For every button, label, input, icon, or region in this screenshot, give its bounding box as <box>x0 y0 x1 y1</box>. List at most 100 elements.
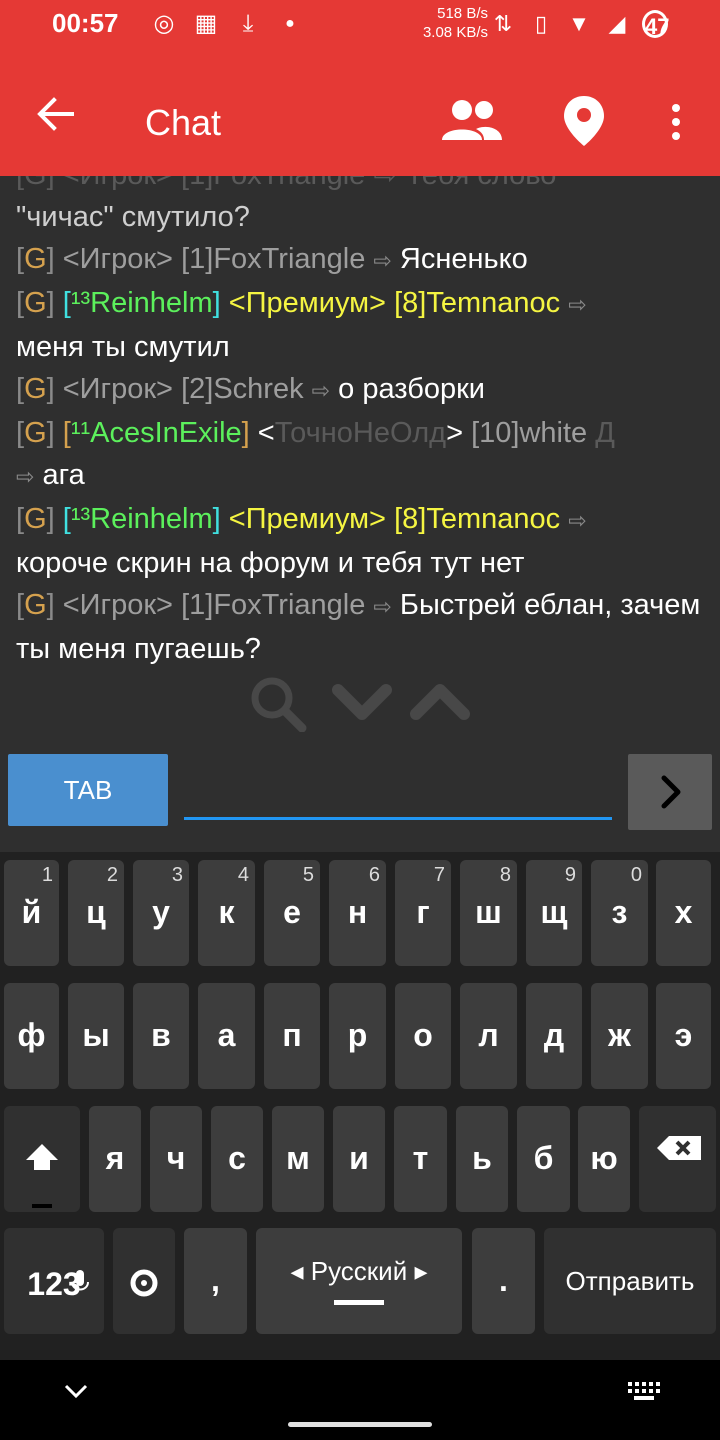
key[interactable]: ж <box>591 983 648 1089</box>
key[interactable]: я <box>89 1106 141 1212</box>
player-rank: [1] <box>181 243 214 275</box>
chevron-up-icon[interactable] <box>410 680 470 724</box>
send-button[interactable] <box>628 754 712 830</box>
spacebar-key[interactable]: ◂ Русский ▸ <box>256 1228 462 1334</box>
mask-icon: ◎ <box>153 10 175 37</box>
key[interactable]: р <box>329 983 386 1089</box>
navigation-bar <box>0 1360 720 1440</box>
message-input[interactable] <box>184 766 612 820</box>
message-text: Ясненько <box>399 243 528 275</box>
numbers-key[interactable]: 123 <box>4 1228 104 1334</box>
key[interactable]: в <box>133 983 189 1089</box>
key[interactable]: ю <box>578 1106 630 1212</box>
clan-bracket-close: ] <box>212 503 221 535</box>
key[interactable]: п <box>264 983 320 1089</box>
player-nick: FoxTriangle <box>213 243 366 275</box>
comma-key[interactable]: , <box>184 1228 247 1334</box>
clan-level: ¹³ <box>70 503 91 535</box>
key[interactable]: ф <box>4 983 59 1089</box>
channel-tag: G <box>24 589 47 621</box>
player-nick: Temnanoc <box>426 287 561 319</box>
channel-tag: G <box>24 373 47 405</box>
key[interactable]: ч <box>150 1106 202 1212</box>
player-nick: white <box>519 417 588 449</box>
signal-icon: ◢ <box>608 11 626 36</box>
clan-bracket-close: ] <box>212 287 221 319</box>
download-icon: ⤓ <box>242 10 254 37</box>
player-prefix: <Игрок> <box>62 373 173 405</box>
key[interactable]: д <box>526 983 582 1089</box>
arrow-icon: ⇨ <box>16 464 35 489</box>
channel-tag: G <box>24 503 47 535</box>
clan-level: ¹³ <box>70 287 91 319</box>
chat-message: [G] [¹³Reinhelm] <Премиум> [8]Temnanoc ⇨… <box>16 287 587 363</box>
home-indicator[interactable] <box>288 1422 432 1427</box>
settings-key[interactable] <box>113 1228 175 1334</box>
people-icon[interactable] <box>440 98 504 142</box>
message-text: ага <box>42 459 85 491</box>
player-nick: Temnanoc <box>426 503 561 535</box>
chat-log[interactable]: [G] <Игрок> [1]FoxTriangle ⇨ Тебя слово … <box>16 176 706 670</box>
search-icon[interactable] <box>248 674 308 732</box>
key[interactable]: 6н <box>329 860 386 966</box>
app-bar: Chat <box>0 48 720 176</box>
key[interactable]: х <box>656 860 711 966</box>
chat-message: [G] <Игрок> [1]FoxTriangle ⇨ Быстрей ебл… <box>16 589 701 665</box>
chevron-right-icon <box>661 775 681 809</box>
notification-icons: ◎ ▦ ⤓ ● <box>150 10 304 38</box>
player-rank: [10] <box>471 417 520 449</box>
key[interactable]: 9щ <box>526 860 582 966</box>
chevron-down-icon[interactable] <box>332 680 392 724</box>
message-text: "чичас" смутило? <box>16 201 250 233</box>
wifi-icon: ▼ <box>568 11 590 36</box>
net-up: 518 B/s <box>437 5 488 22</box>
arrow-icon: ⇨ <box>568 292 587 317</box>
key[interactable]: м <box>272 1106 324 1212</box>
key[interactable]: 5е <box>264 860 320 966</box>
tab-button[interactable]: TAB <box>8 754 168 826</box>
key[interactable]: 8ш <box>460 860 517 966</box>
clan-name: Reinhelm <box>90 503 213 535</box>
key[interactable]: 3у <box>133 860 189 966</box>
key[interactable]: о <box>395 983 451 1089</box>
key[interactable]: б <box>517 1106 570 1212</box>
clan-bracket-open: [ <box>62 503 71 535</box>
arrow-icon: ⇨ <box>373 248 392 273</box>
keyboard-icon[interactable] <box>626 1380 662 1404</box>
key[interactable]: 2ц <box>68 860 124 966</box>
key[interactable]: ь <box>456 1106 508 1212</box>
clan-name: Reinhelm <box>90 287 213 319</box>
arrow-left-icon[interactable] <box>36 94 76 134</box>
key[interactable]: э <box>656 983 711 1089</box>
nick-suffix: Д <box>595 417 615 449</box>
chat-message-partial: [G] <Игрок> [1]FoxTriangle ⇨ Тебя слово … <box>16 176 706 238</box>
send-key[interactable]: Отправить <box>544 1228 716 1334</box>
chat-message: [G] [¹³Reinhelm] <Премиум> [8]Temnanoc ⇨… <box>16 503 587 579</box>
key[interactable]: с <box>211 1106 263 1212</box>
channel-tag: G <box>24 243 47 275</box>
key[interactable]: 4к <box>198 860 255 966</box>
chevron-down-icon[interactable] <box>62 1382 90 1402</box>
grid-icon: ▦ <box>194 10 218 37</box>
chat-message: [G] <Игрок> [1]FoxTriangle ⇨ Ясненько <box>16 243 528 275</box>
chat-message: [G] [¹¹AcesInExile] <ТочноНеОлд> [10]whi… <box>16 417 615 491</box>
key[interactable]: 0з <box>591 860 648 966</box>
player-prefix: ТочноНеОлд <box>274 417 447 449</box>
player-prefix: <Игрок> <box>62 589 173 621</box>
gear-icon <box>130 1269 158 1297</box>
period-key[interactable]: . <box>472 1228 535 1334</box>
key[interactable]: и <box>333 1106 385 1212</box>
key[interactable]: 7г <box>395 860 451 966</box>
key[interactable]: л <box>460 983 517 1089</box>
location-pin-icon[interactable] <box>562 94 606 148</box>
clan-level: ¹¹ <box>70 417 91 449</box>
key[interactable]: ы <box>68 983 124 1089</box>
more-vert-icon[interactable] <box>664 102 688 142</box>
key[interactable]: 1й <box>4 860 59 966</box>
backspace-key[interactable] <box>639 1106 716 1212</box>
key[interactable]: а <box>198 983 255 1089</box>
network-speed: 518 B/s 3.08 KB/s <box>406 4 488 42</box>
key[interactable]: т <box>394 1106 447 1212</box>
shift-key[interactable] <box>4 1106 80 1212</box>
language-label: ◂ Русский ▸ <box>290 1256 428 1286</box>
